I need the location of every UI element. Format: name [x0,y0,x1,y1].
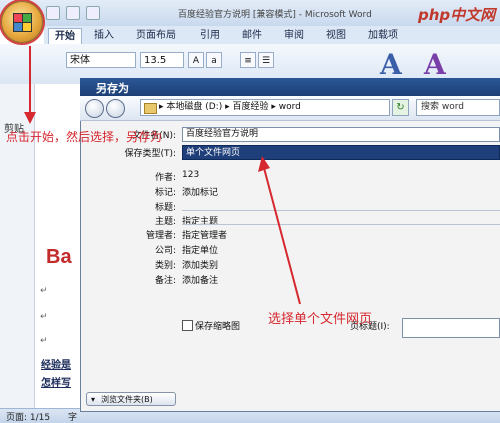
arrow-to-filetype [263,167,301,305]
annotation-step1: 点击开始，然后选择，另存为 [6,130,163,144]
annotation-arrows [24,46,301,305]
annotation-step2: 选择单个文件网页 [268,312,373,327]
arrow-head [24,112,36,124]
arrow-head [258,156,270,172]
